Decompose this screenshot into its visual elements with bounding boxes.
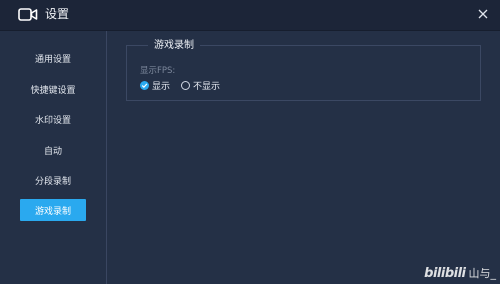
sidebar-item-watermark[interactable]: 水印设置 [20,108,86,130]
group-title: 游戏录制 [148,40,200,52]
sidebar-item-label: 快捷键设置 [30,85,76,96]
sidebar-item-segmented-recording[interactable]: 分段录制 [20,169,86,191]
radio-checked-icon [140,81,149,90]
game-recording-group [126,45,481,101]
sidebar-item-label: 水印设置 [34,115,71,126]
window-title: 设置 [45,7,70,21]
radio-label: 不显示 [193,82,221,92]
close-button[interactable] [474,5,492,23]
watermark-username: 山与_ [468,267,497,280]
close-icon [478,9,488,19]
sidebar-item-label: 游戏录制 [34,206,71,217]
video-camera-icon [18,7,38,22]
sidebar-item-game-recording[interactable]: 游戏录制 [20,199,86,221]
sidebar-item-auto[interactable]: 自动 [20,139,86,161]
bilibili-watermark: bilibili 山与_ [424,265,496,281]
show-fps-radio[interactable]: 显示 [140,79,170,92]
radio-label: 显示 [152,82,171,92]
title-bar: 设置 [0,0,500,31]
fps-radio-group: 显示 不显示 [140,79,231,92]
sidebar-item-hotkeys[interactable]: 快捷键设置 [20,78,86,100]
sidebar-item-label: 分段录制 [34,176,71,187]
show-fps-label: 显示FPS: [140,66,176,76]
settings-sidebar: 通用设置 快捷键设置 水印设置 自动 分段录制 游戏录制 [0,31,107,284]
settings-window: 设置 通用设置 快捷键设置 水印设置 自动 分段录制 游戏录制 游戏录制 显示F… [0,0,500,284]
sidebar-item-general[interactable]: 通用设置 [20,47,86,69]
bilibili-logo: bilibili [424,266,466,281]
sidebar-item-label: 通用设置 [34,54,71,65]
radio-unchecked-icon [181,81,191,90]
sidebar-item-label: 自动 [43,146,62,157]
hide-fps-radio[interactable]: 不显示 [181,79,220,92]
